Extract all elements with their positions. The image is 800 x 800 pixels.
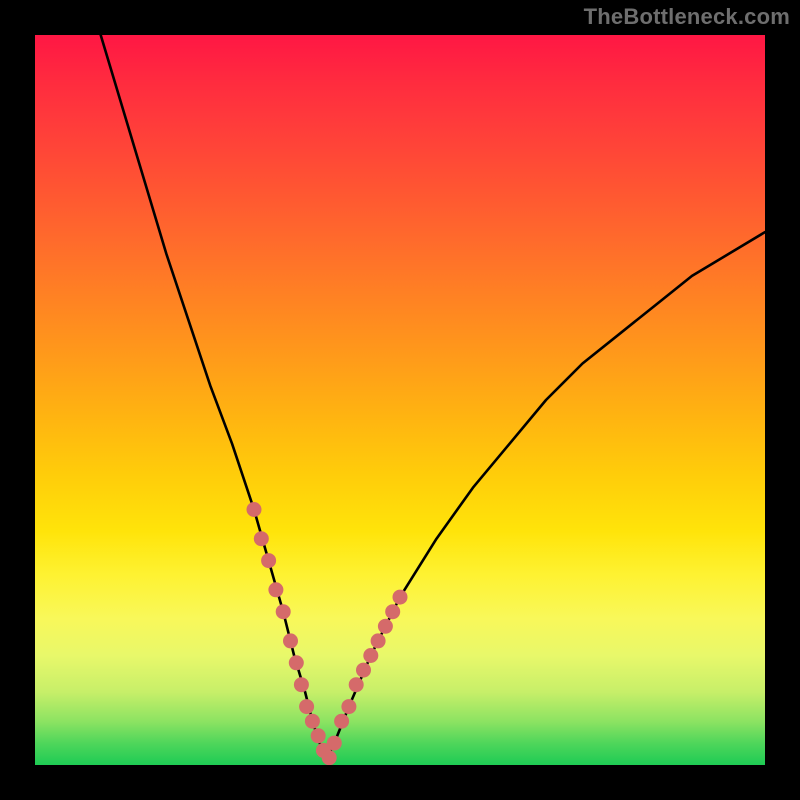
highlight-dot bbox=[378, 619, 393, 634]
highlight-dot bbox=[305, 714, 320, 729]
highlight-dot bbox=[349, 677, 364, 692]
bottleneck-curve bbox=[101, 35, 765, 758]
chart-frame: TheBottleneck.com bbox=[0, 0, 800, 800]
highlight-dot bbox=[289, 655, 304, 670]
highlight-dot bbox=[341, 699, 356, 714]
highlight-dot bbox=[283, 633, 298, 648]
highlight-dot bbox=[299, 699, 314, 714]
highlight-dot bbox=[254, 531, 269, 546]
highlight-dot bbox=[322, 750, 337, 765]
highlight-dot bbox=[327, 736, 342, 751]
highlight-dot bbox=[294, 677, 309, 692]
highlight-dot bbox=[385, 604, 400, 619]
highlight-dot bbox=[371, 633, 386, 648]
highlight-dot bbox=[334, 714, 349, 729]
highlight-dot bbox=[276, 604, 291, 619]
plot-area bbox=[35, 35, 765, 765]
highlight-dot bbox=[268, 582, 283, 597]
highlight-dot bbox=[393, 590, 408, 605]
highlight-dot bbox=[261, 553, 276, 568]
bottleneck-curve-svg bbox=[35, 35, 765, 765]
highlight-dots bbox=[247, 502, 408, 765]
watermark-label: TheBottleneck.com bbox=[584, 4, 790, 30]
highlight-dot bbox=[363, 648, 378, 663]
highlight-dot bbox=[311, 728, 326, 743]
highlight-dot bbox=[247, 502, 262, 517]
highlight-dot bbox=[356, 663, 371, 678]
